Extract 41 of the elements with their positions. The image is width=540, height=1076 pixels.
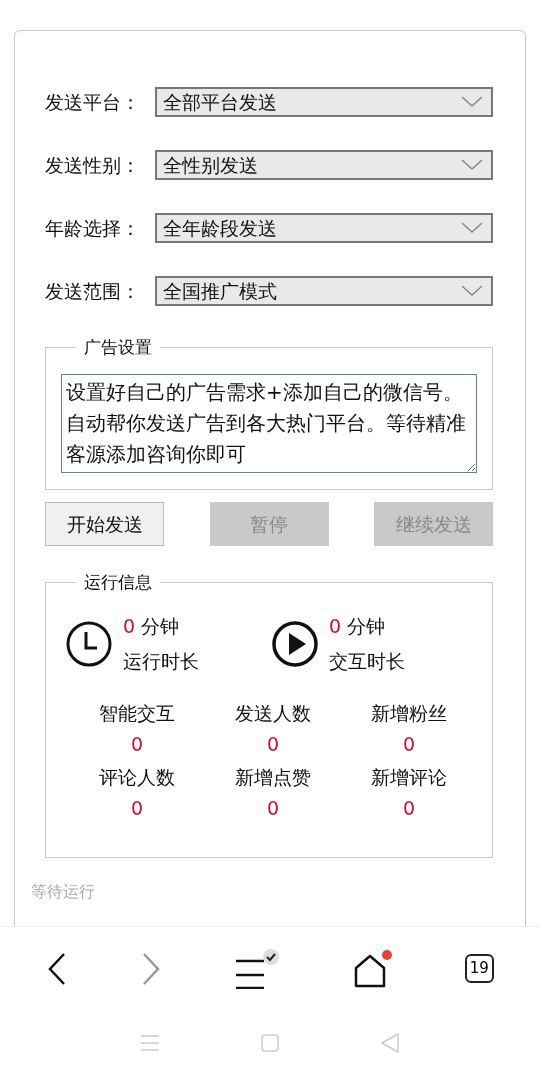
stat-value: 0 (129, 732, 145, 757)
dropdown[interactable]: 全年龄段发送 (155, 213, 493, 243)
duration-label: 交互时长 (329, 649, 405, 674)
stat-label: 发送人数 (234, 701, 312, 726)
duration-value: 0 分钟 (123, 614, 181, 639)
dropdown[interactable]: 全性别发送 (155, 150, 493, 180)
group-title: 运行信息 (83, 574, 153, 591)
chevron-down-icon (461, 222, 483, 234)
duration-value: 0 分钟 (329, 614, 387, 639)
stat-label: 新增粉丝 (370, 701, 448, 726)
stat-value: 0 (401, 796, 417, 821)
clock-icon (65, 620, 113, 668)
field-label: 发送平台： (45, 89, 141, 115)
group-title: 广告设置 (83, 339, 153, 356)
tab-count-button[interactable]: 19 (464, 954, 494, 983)
menu-icon[interactable] (140, 1034, 160, 1052)
field-label: 发送范围： (45, 278, 141, 304)
stat-value: 0 (265, 796, 281, 821)
menu-button[interactable] (234, 948, 281, 989)
action-button[interactable]: 开始发送 (45, 502, 164, 546)
status-text: 等待运行 (31, 881, 96, 903)
chevron-down-icon (461, 159, 483, 171)
dropdown[interactable]: 全部平台发送 (155, 87, 493, 117)
play-icon (271, 620, 319, 668)
stat-value: 0 (401, 732, 417, 757)
stat-label: 智能交互 (98, 701, 176, 726)
stat-value: 0 (265, 732, 281, 757)
ad-text-area[interactable]: 设置好自己的广告需求+添加自己的微信号。自动帮你发送广告到各大热门平台。等待精准客源添加咨询你即可 (61, 374, 477, 473)
stat-label: 新增评论 (370, 765, 448, 790)
field-label: 年龄选择： (45, 215, 141, 241)
duration-label: 运行时长 (123, 649, 199, 674)
dropdown[interactable]: 全国推广模式 (155, 276, 493, 306)
field-label: 发送性别： (45, 152, 141, 178)
stat-value: 0 (129, 796, 145, 821)
home-icon[interactable] (260, 1033, 280, 1053)
chevron-down-icon (461, 96, 483, 108)
stat-label: 新增点赞 (234, 765, 312, 790)
stat-label: 评论人数 (98, 765, 176, 790)
home-button[interactable] (352, 949, 393, 988)
chevron-down-icon (461, 285, 483, 297)
back-icon[interactable] (380, 1032, 400, 1054)
